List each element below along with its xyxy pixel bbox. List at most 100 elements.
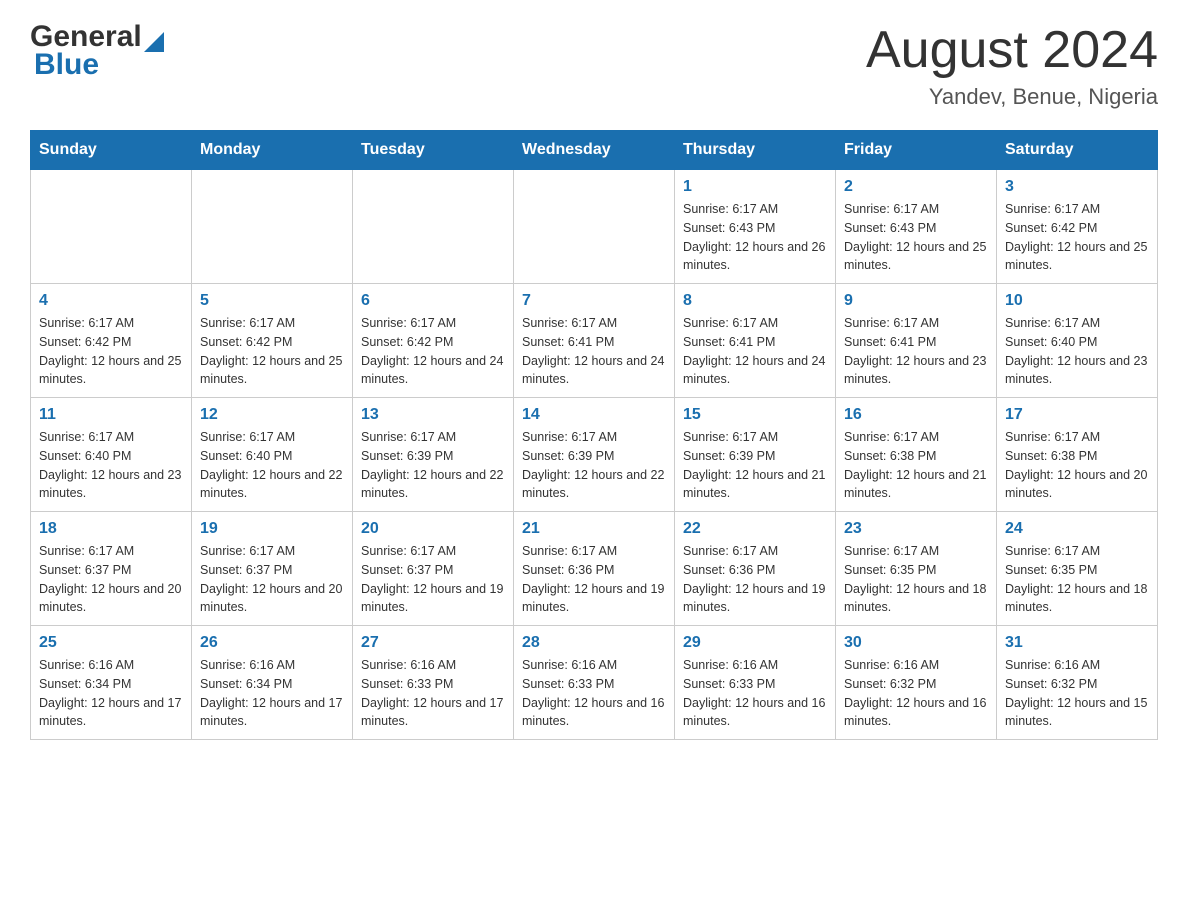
day-number: 24	[1005, 520, 1149, 538]
day-info: Sunrise: 6:17 AMSunset: 6:42 PMDaylight:…	[1005, 200, 1149, 275]
calendar-cell: 19 Sunrise: 6:17 AMSunset: 6:37 PMDayligh…	[192, 512, 353, 626]
day-number: 7	[522, 292, 666, 310]
calendar-cell: 15 Sunrise: 6:17 AMSunset: 6:39 PMDayligh…	[675, 398, 836, 512]
calendar-cell: 24 Sunrise: 6:17 AMSunset: 6:35 PMDayligh…	[997, 512, 1158, 626]
day-info: Sunrise: 6:17 AMSunset: 6:37 PMDaylight:…	[361, 542, 505, 617]
day-info: Sunrise: 6:17 AMSunset: 6:42 PMDaylight:…	[200, 314, 344, 389]
day-number: 11	[39, 406, 183, 424]
day-number: 18	[39, 520, 183, 538]
title-section: August 2024 Yandev, Benue, Nigeria	[866, 20, 1158, 110]
day-number: 5	[200, 292, 344, 310]
calendar-cell: 22 Sunrise: 6:17 AMSunset: 6:36 PMDayligh…	[675, 512, 836, 626]
day-number: 30	[844, 634, 988, 652]
day-number: 22	[683, 520, 827, 538]
calendar-header-thursday: Thursday	[675, 131, 836, 170]
calendar-cell: 27 Sunrise: 6:16 AMSunset: 6:33 PMDayligh…	[353, 626, 514, 740]
day-number: 13	[361, 406, 505, 424]
calendar-cell: 6 Sunrise: 6:17 AMSunset: 6:42 PMDaylight…	[353, 284, 514, 398]
calendar-cell: 12Sunrise: 6:17 AMSunset: 6:40 PMDayligh…	[192, 398, 353, 512]
calendar-cell: 14 Sunrise: 6:17 AMSunset: 6:39 PMDayligh…	[514, 398, 675, 512]
day-info: Sunrise: 6:17 AMSunset: 6:43 PMDaylight:…	[844, 200, 988, 275]
day-info: Sunrise: 6:17 AMSunset: 6:35 PMDaylight:…	[1005, 542, 1149, 617]
calendar-header-tuesday: Tuesday	[353, 131, 514, 170]
day-info: Sunrise: 6:17 AMSunset: 6:36 PMDaylight:…	[683, 542, 827, 617]
day-number: 16	[844, 406, 988, 424]
calendar-cell: 13 Sunrise: 6:17 AMSunset: 6:39 PMDayligh…	[353, 398, 514, 512]
day-info: Sunrise: 6:17 AMSunset: 6:37 PMDaylight:…	[39, 542, 183, 617]
day-number: 8	[683, 292, 827, 310]
logo-arrow-icon	[144, 32, 164, 52]
calendar-cell: 9 Sunrise: 6:17 AMSunset: 6:41 PMDaylight…	[836, 284, 997, 398]
calendar-cell: 18 Sunrise: 6:17 AMSunset: 6:37 PMDayligh…	[31, 512, 192, 626]
calendar-cell: 11 Sunrise: 6:17 AMSunset: 6:40 PMDayligh…	[31, 398, 192, 512]
day-number: 27	[361, 634, 505, 652]
calendar-cell	[353, 170, 514, 284]
day-number: 2	[844, 178, 988, 196]
day-info: Sunrise: 6:17 AMSunset: 6:41 PMDaylight:…	[683, 314, 827, 389]
day-number: 10	[1005, 292, 1149, 310]
day-number: 12	[200, 406, 344, 424]
day-number: 15	[683, 406, 827, 424]
calendar-week-3: 11 Sunrise: 6:17 AMSunset: 6:40 PMDayligh…	[31, 398, 1158, 512]
calendar-cell: 31Sunrise: 6:16 AMSunset: 6:32 PMDayligh…	[997, 626, 1158, 740]
day-info: Sunrise: 6:17 AMSunset: 6:41 PMDaylight:…	[844, 314, 988, 389]
calendar-cell: 26 Sunrise: 6:16 AMSunset: 6:34 PMDayligh…	[192, 626, 353, 740]
logo-blue-text: Blue	[30, 48, 164, 82]
calendar-cell	[31, 170, 192, 284]
day-number: 9	[844, 292, 988, 310]
calendar-cell: 2 Sunrise: 6:17 AMSunset: 6:43 PMDaylight…	[836, 170, 997, 284]
day-info: Sunrise: 6:17 AMSunset: 6:39 PMDaylight:…	[361, 428, 505, 503]
calendar-cell	[514, 170, 675, 284]
calendar-week-5: 25 Sunrise: 6:16 AMSunset: 6:34 PMDayligh…	[31, 626, 1158, 740]
calendar-cell: 20 Sunrise: 6:17 AMSunset: 6:37 PMDayligh…	[353, 512, 514, 626]
day-info: Sunrise: 6:16 AMSunset: 6:32 PMDaylight:…	[844, 656, 988, 731]
day-number: 31	[1005, 634, 1149, 652]
day-info: Sunrise: 6:16 AMSunset: 6:33 PMDaylight:…	[361, 656, 505, 731]
day-number: 14	[522, 406, 666, 424]
calendar-week-4: 18 Sunrise: 6:17 AMSunset: 6:37 PMDayligh…	[31, 512, 1158, 626]
day-number: 19	[200, 520, 344, 538]
day-info: Sunrise: 6:16 AMSunset: 6:33 PMDaylight:…	[522, 656, 666, 731]
calendar-cell: 3Sunrise: 6:17 AMSunset: 6:42 PMDaylight…	[997, 170, 1158, 284]
calendar-week-1: 1 Sunrise: 6:17 AMSunset: 6:43 PMDaylight…	[31, 170, 1158, 284]
day-info: Sunrise: 6:17 AMSunset: 6:37 PMDaylight:…	[200, 542, 344, 617]
day-number: 1	[683, 178, 827, 196]
day-info: Sunrise: 6:17 AMSunset: 6:41 PMDaylight:…	[522, 314, 666, 389]
day-info: Sunrise: 6:17 AMSunset: 6:40 PMDaylight:…	[39, 428, 183, 503]
day-number: 25	[39, 634, 183, 652]
calendar-cell: 7 Sunrise: 6:17 AMSunset: 6:41 PMDaylight…	[514, 284, 675, 398]
calendar-cell: 30 Sunrise: 6:16 AMSunset: 6:32 PMDayligh…	[836, 626, 997, 740]
calendar-header-friday: Friday	[836, 131, 997, 170]
calendar-header-saturday: Saturday	[997, 131, 1158, 170]
day-number: 17	[1005, 406, 1149, 424]
day-info: Sunrise: 6:17 AMSunset: 6:38 PMDaylight:…	[1005, 428, 1149, 503]
day-info: Sunrise: 6:16 AMSunset: 6:34 PMDaylight:…	[39, 656, 183, 731]
calendar-header-monday: Monday	[192, 131, 353, 170]
calendar-cell: 21Sunrise: 6:17 AMSunset: 6:36 PMDayligh…	[514, 512, 675, 626]
calendar-cell: 25 Sunrise: 6:16 AMSunset: 6:34 PMDayligh…	[31, 626, 192, 740]
day-number: 20	[361, 520, 505, 538]
day-number: 28	[522, 634, 666, 652]
location-title: Yandev, Benue, Nigeria	[866, 84, 1158, 110]
calendar-header-row: SundayMondayTuesdayWednesdayThursdayFrid…	[31, 131, 1158, 170]
day-info: Sunrise: 6:17 AMSunset: 6:35 PMDaylight:…	[844, 542, 988, 617]
day-number: 23	[844, 520, 988, 538]
calendar-cell: 16Sunrise: 6:17 AMSunset: 6:38 PMDayligh…	[836, 398, 997, 512]
day-info: Sunrise: 6:17 AMSunset: 6:40 PMDaylight:…	[1005, 314, 1149, 389]
day-info: Sunrise: 6:17 AMSunset: 6:36 PMDaylight:…	[522, 542, 666, 617]
day-info: Sunrise: 6:17 AMSunset: 6:42 PMDaylight:…	[361, 314, 505, 389]
day-info: Sunrise: 6:17 AMSunset: 6:39 PMDaylight:…	[522, 428, 666, 503]
day-number: 26	[200, 634, 344, 652]
day-number: 6	[361, 292, 505, 310]
day-info: Sunrise: 6:17 AMSunset: 6:39 PMDaylight:…	[683, 428, 827, 503]
day-info: Sunrise: 6:17 AMSunset: 6:43 PMDaylight:…	[683, 200, 827, 275]
month-title: August 2024	[866, 20, 1158, 80]
day-info: Sunrise: 6:16 AMSunset: 6:33 PMDaylight:…	[683, 656, 827, 731]
day-number: 4	[39, 292, 183, 310]
calendar-week-2: 4 Sunrise: 6:17 AMSunset: 6:42 PMDaylight…	[31, 284, 1158, 398]
calendar-cell: 5 Sunrise: 6:17 AMSunset: 6:42 PMDaylight…	[192, 284, 353, 398]
calendar-cell: 4Sunrise: 6:17 AMSunset: 6:42 PMDaylight…	[31, 284, 192, 398]
day-info: Sunrise: 6:16 AMSunset: 6:34 PMDaylight:…	[200, 656, 344, 731]
calendar-cell: 17 Sunrise: 6:17 AMSunset: 6:38 PMDayligh…	[997, 398, 1158, 512]
calendar-cell: 28 Sunrise: 6:16 AMSunset: 6:33 PMDayligh…	[514, 626, 675, 740]
